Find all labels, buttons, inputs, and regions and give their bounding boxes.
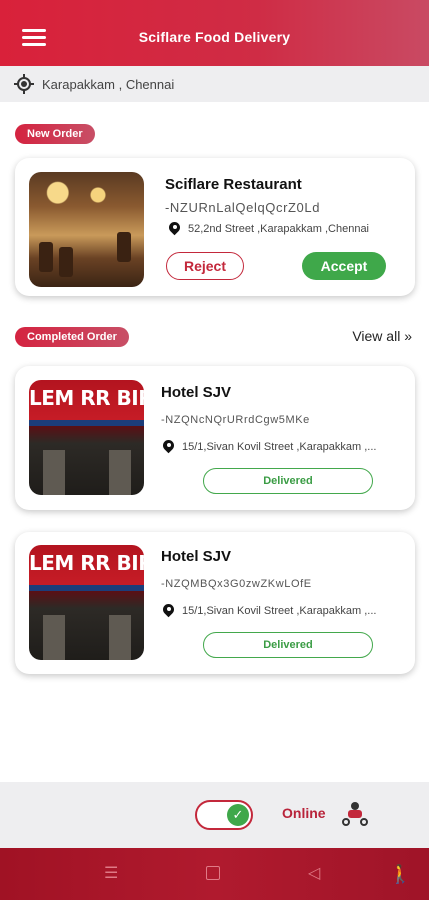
order-id: -NZQMBQx3G0zwZKwLOfE bbox=[161, 578, 312, 590]
system-navigation-bar: ☰ ◁ 🚶 bbox=[0, 848, 429, 900]
order-id: -NZURnLalQelqQcrZ0Ld bbox=[165, 200, 321, 215]
hotel-sign-text: LEM RR BIRIYAN bbox=[29, 551, 144, 575]
main-content: New Order Sciflare Restaurant -NZURnLalQ… bbox=[0, 102, 429, 782]
order-id: -NZQNcNQrURrdCgw5MKe bbox=[161, 414, 310, 426]
new-order-card[interactable]: Sciflare Restaurant -NZURnLalQelqQcrZ0Ld… bbox=[15, 158, 415, 296]
location-pin-icon bbox=[163, 604, 174, 618]
delivered-status: Delivered bbox=[203, 632, 373, 658]
hotel-image: LEM RR BIRIYAN bbox=[29, 545, 144, 660]
new-order-badge: New Order bbox=[15, 124, 95, 144]
restaurant-image bbox=[29, 172, 144, 287]
address-text: 15/1,Sivan Kovil Street ,Karapakkam ,... bbox=[182, 441, 377, 453]
hotel-name: Hotel SJV bbox=[161, 384, 232, 401]
home-icon[interactable] bbox=[206, 866, 220, 880]
app-title: Sciflare Food Delivery bbox=[138, 29, 291, 45]
completed-order-card[interactable]: LEM RR BIRIYAN Hotel SJV -NZQMBQx3G0zwZK… bbox=[15, 532, 415, 674]
hotel-image: LEM RR BIRIYAN bbox=[29, 380, 144, 495]
hotel-sign-text: LEM RR BIRIYAN bbox=[29, 386, 144, 410]
accept-button[interactable]: Accept bbox=[302, 252, 386, 280]
location-bar[interactable]: Karapakkam , Chennai bbox=[0, 66, 429, 102]
order-address: 52,2nd Street ,Karapakkam ,Chennai bbox=[169, 222, 369, 236]
location-text: Karapakkam , Chennai bbox=[42, 76, 175, 92]
delivered-status: Delivered bbox=[203, 468, 373, 494]
completed-order-badge: Completed Order bbox=[15, 327, 129, 347]
location-pin-icon bbox=[169, 222, 180, 236]
check-icon: ✓ bbox=[227, 804, 249, 826]
app-header: Sciflare Food Delivery bbox=[0, 0, 429, 66]
address-text: 52,2nd Street ,Karapakkam ,Chennai bbox=[188, 223, 370, 235]
view-all-link[interactable]: View all » bbox=[352, 328, 412, 344]
hotel-name: Hotel SJV bbox=[161, 548, 232, 565]
order-address: 15/1,Sivan Kovil Street ,Karapakkam ,... bbox=[163, 604, 376, 618]
recent-apps-icon[interactable]: ☰ bbox=[104, 866, 118, 882]
delivery-rider-icon bbox=[342, 802, 368, 826]
reject-button[interactable]: Reject bbox=[166, 252, 244, 280]
restaurant-name: Sciflare Restaurant bbox=[165, 176, 302, 193]
gps-target-icon bbox=[14, 74, 34, 94]
order-address: 15/1,Sivan Kovil Street ,Karapakkam ,... bbox=[163, 440, 376, 454]
online-label: Online bbox=[282, 805, 326, 821]
back-icon[interactable]: ◁ bbox=[308, 866, 320, 882]
location-pin-icon bbox=[163, 440, 174, 454]
hamburger-menu-icon[interactable] bbox=[22, 29, 46, 47]
completed-order-card[interactable]: LEM RR BIRIYAN Hotel SJV -NZQNcNQrURrdCg… bbox=[15, 366, 415, 510]
accessibility-icon[interactable]: 🚶 bbox=[389, 865, 411, 883]
online-toggle[interactable]: ✓ bbox=[195, 800, 253, 830]
address-text: 15/1,Sivan Kovil Street ,Karapakkam ,... bbox=[182, 605, 377, 617]
online-status-bar: ✓ Online bbox=[0, 782, 429, 848]
